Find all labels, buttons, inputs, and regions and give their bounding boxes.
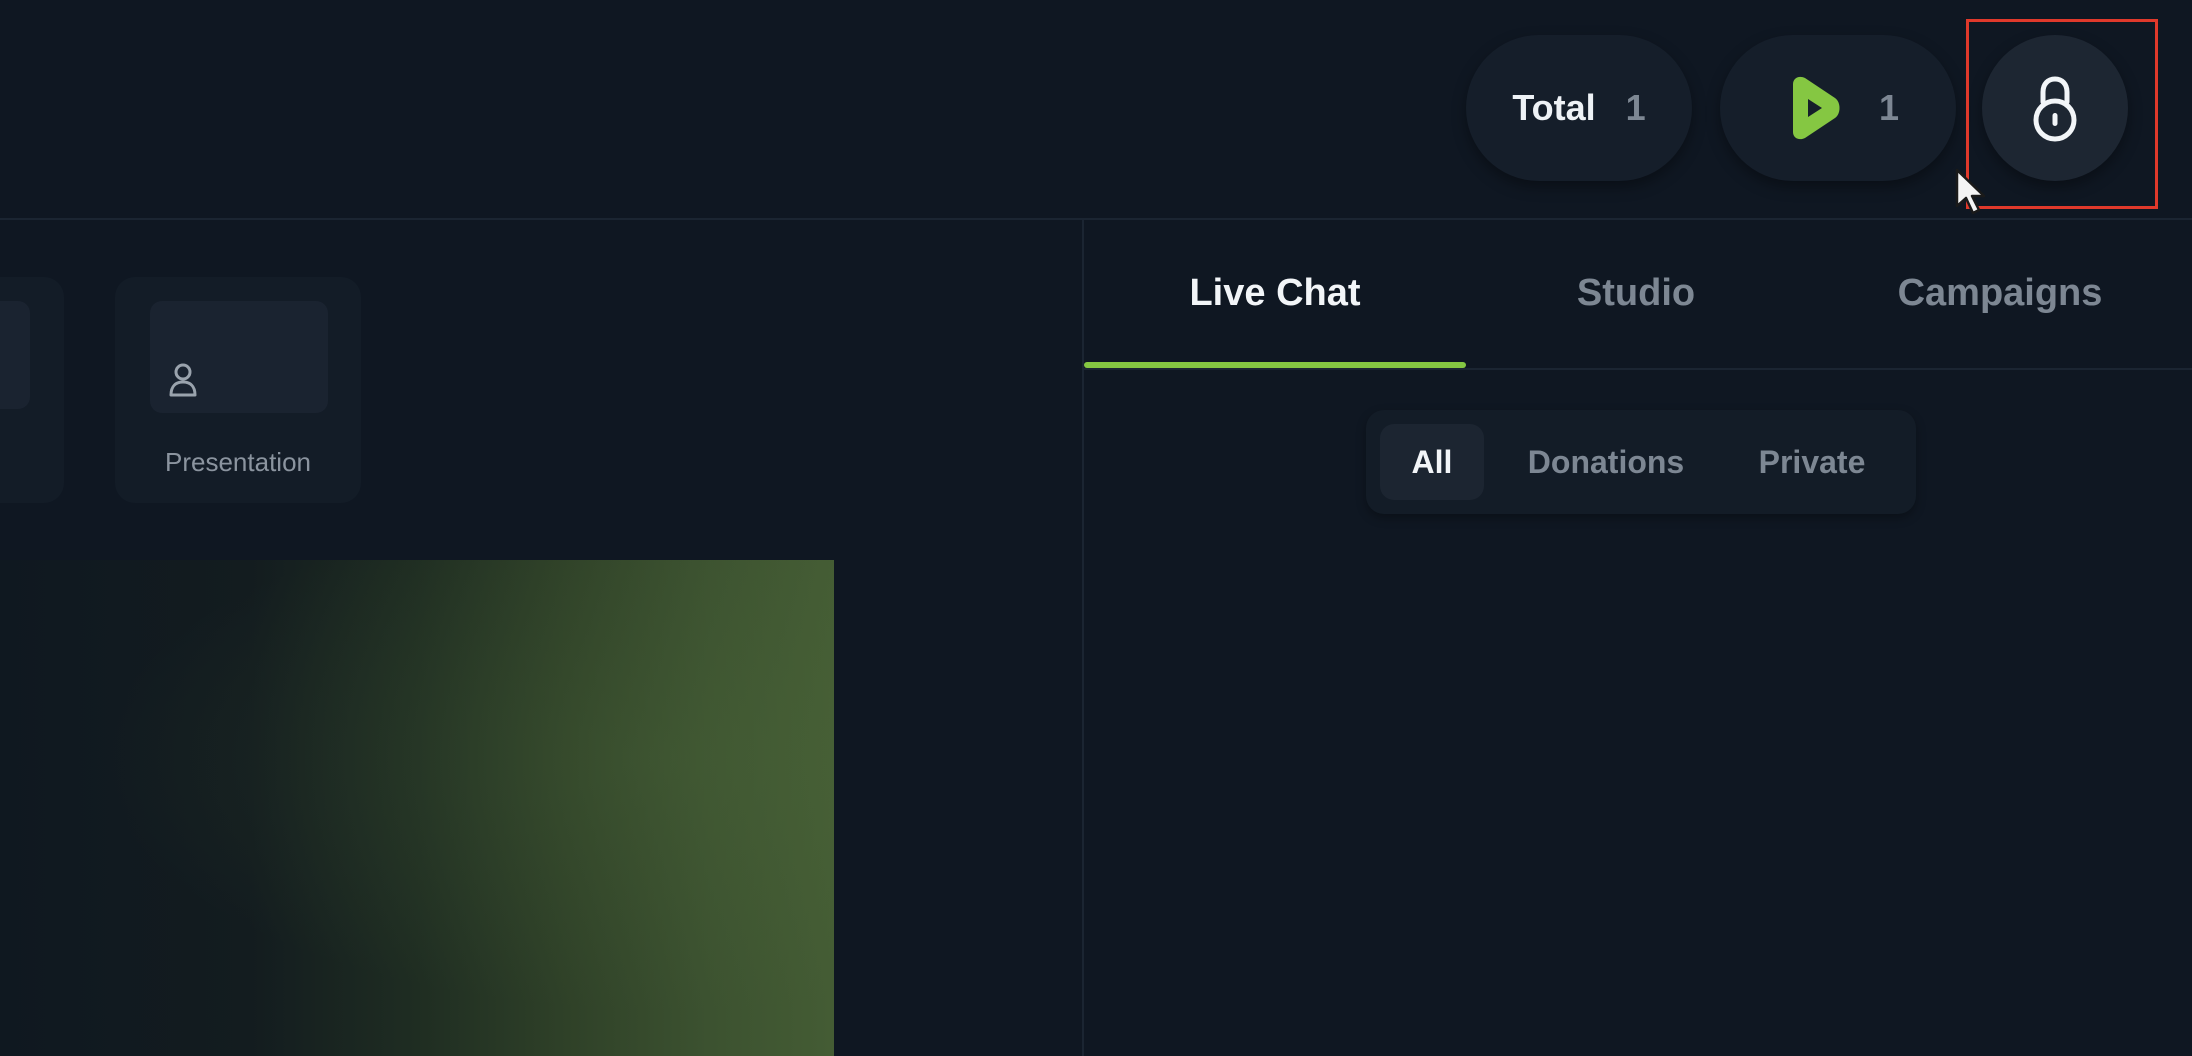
tab-campaigns[interactable]: Campaigns xyxy=(1806,272,2192,315)
lock-button[interactable] xyxy=(1982,35,2128,181)
total-viewers-pill[interactable]: Total 1 xyxy=(1466,35,1692,181)
scene-thumbnail xyxy=(150,301,328,413)
active-tab-indicator xyxy=(1084,362,1466,368)
tab-live-chat[interactable]: Live Chat xyxy=(1084,272,1466,315)
lock-icon xyxy=(2033,76,2077,142)
cursor-icon xyxy=(1955,168,1986,215)
total-count: 1 xyxy=(1625,87,1646,128)
scene-label: Presentation xyxy=(165,447,311,477)
scene-card-partial[interactable] xyxy=(0,277,64,503)
right-panel: Live Chat Studio Campaigns All Donations… xyxy=(1082,220,2192,1056)
total-label: Total xyxy=(1512,87,1596,128)
tab-bar: Live Chat Studio Campaigns xyxy=(1084,220,2192,370)
filter-private-button[interactable]: Private xyxy=(1722,424,1902,500)
chat-filter-group: All Donations Private xyxy=(1366,410,1916,514)
rumble-viewers-pill[interactable]: 1 xyxy=(1720,35,1956,181)
scene-thumbnail xyxy=(0,301,30,409)
rumble-play-icon xyxy=(1792,76,1840,140)
person-icon xyxy=(169,363,197,397)
stream-preview xyxy=(0,560,834,1056)
rumble-count: 1 xyxy=(1878,87,1900,128)
filter-donations-button[interactable]: Donations xyxy=(1506,424,1706,500)
filter-all-button[interactable]: All xyxy=(1380,424,1484,500)
left-panel: Presentation xyxy=(0,220,1082,1056)
top-bar: Total 1 1 xyxy=(0,0,2192,220)
scene-card-presentation[interactable]: Presentation xyxy=(115,277,361,503)
tab-studio[interactable]: Studio xyxy=(1466,272,1806,315)
app-window: Total 1 1 Presentation Live Chat Studio … xyxy=(0,0,2192,1056)
